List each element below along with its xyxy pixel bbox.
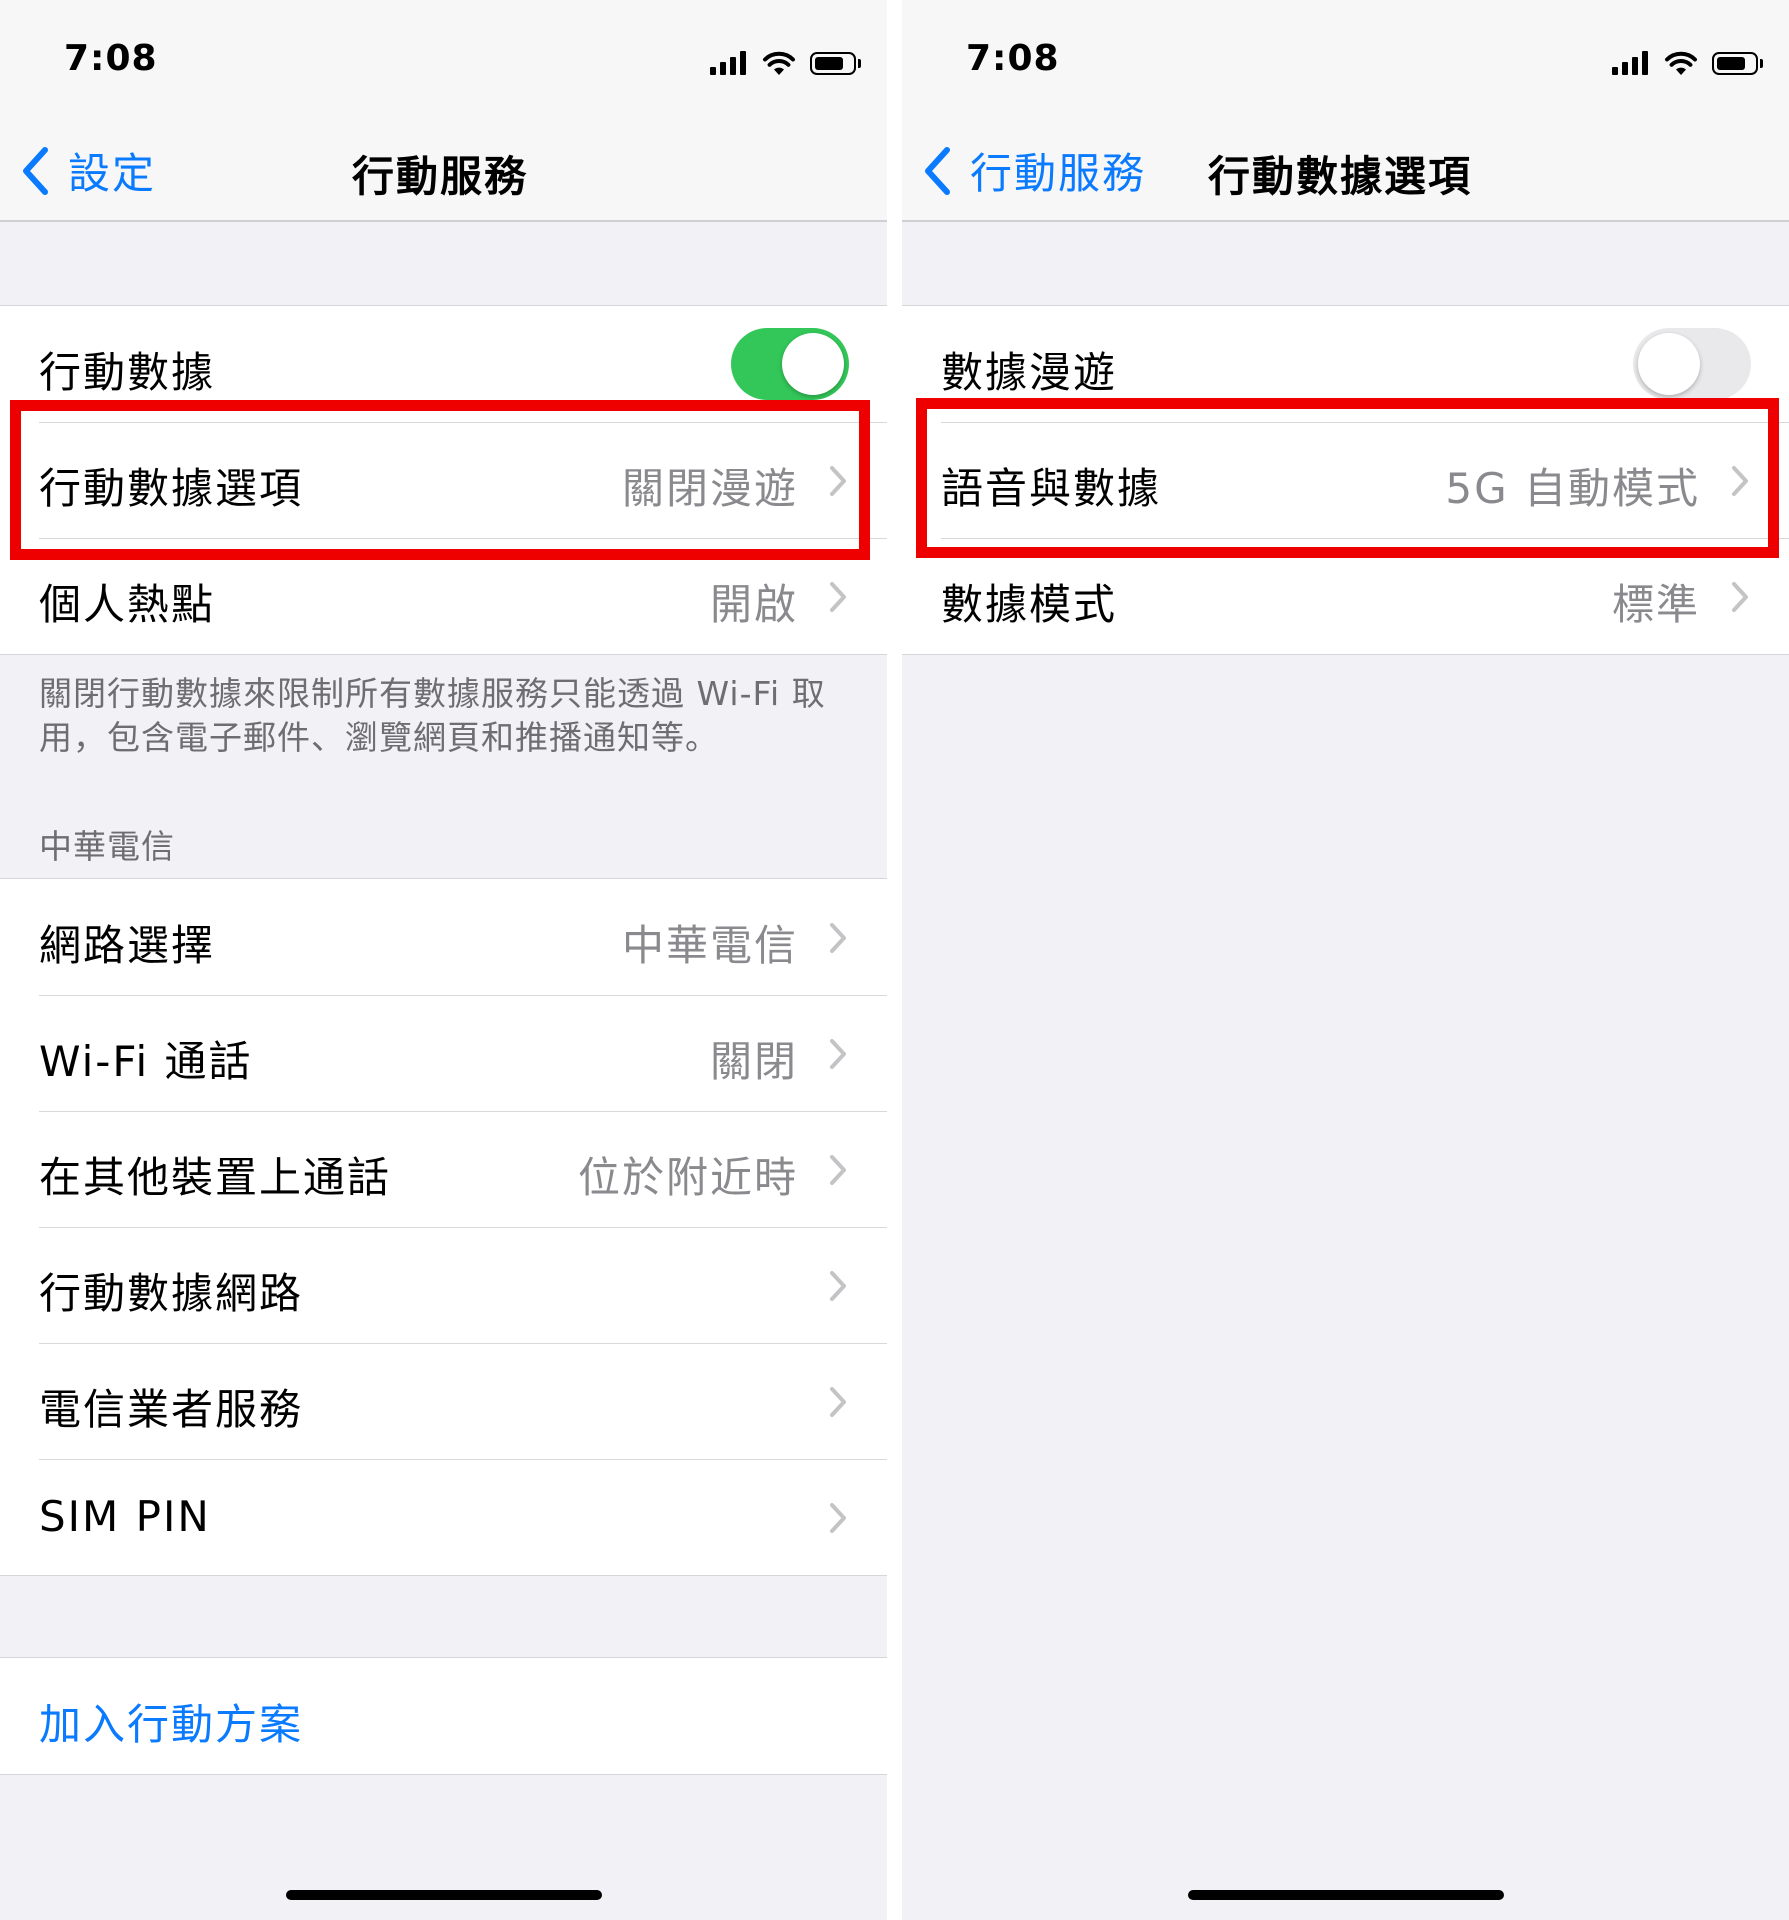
chevron-right-icon xyxy=(1732,466,1748,496)
battery-icon xyxy=(1712,51,1763,75)
cellular-data-toggle[interactable] xyxy=(731,328,849,400)
left-phone-screen: 7:08 設定 行動服務 行動數據 行動數據選項 關閉漫遊 個人熱點 開啟 關閉… xyxy=(0,0,887,1920)
chevron-right-icon xyxy=(830,1155,846,1185)
calls-on-other-devices-row[interactable]: 在其他裝置上通話 位於附近時 xyxy=(0,1111,887,1227)
cellular-data-footer-text: 關閉行動數據來限制所有數據服務只能透過 Wi-Fi 取用，包含電子郵件、瀏覽網頁… xyxy=(39,674,826,757)
data-mode-label: 數據模式 xyxy=(941,580,1118,629)
add-plan-group: 加入行動方案 xyxy=(0,1657,887,1775)
back-button-label: 行動服務 xyxy=(970,149,1147,198)
back-button-label: 設定 xyxy=(68,149,157,198)
back-button[interactable]: 設定 xyxy=(20,140,156,201)
back-button[interactable]: 行動服務 xyxy=(922,140,1146,201)
back-chevron-icon xyxy=(925,146,950,195)
right-phone-screen: 7:08 行動服務 行動數據選項 數據漫遊 語音與數據 5G 自動模式 數據模式… xyxy=(902,0,1789,1920)
cellular-signal-icon xyxy=(710,51,746,75)
add-cellular-plan-link[interactable]: 加入行動方案 xyxy=(39,1691,303,1752)
chevron-right-icon xyxy=(830,466,846,496)
status-icons xyxy=(710,48,861,78)
cellular-data-options-row[interactable]: 行動數據選項 關閉漫遊 xyxy=(0,422,887,538)
home-indicator[interactable] xyxy=(1188,1890,1504,1900)
wifi-calling-row[interactable]: Wi-Fi 通話 關閉 xyxy=(0,995,887,1111)
cellular-options-group: 數據漫遊 語音與數據 5G 自動模式 數據模式 標準 xyxy=(902,305,1789,655)
toggle-knob xyxy=(782,333,844,395)
carrier-services-row[interactable]: 電信業者服務 xyxy=(0,1343,887,1459)
wifi-icon xyxy=(763,51,795,75)
add-cellular-plan-row[interactable]: 加入行動方案 xyxy=(0,1658,887,1774)
page-title: 行動服務 xyxy=(352,152,529,201)
chevron-right-icon xyxy=(1732,582,1748,612)
cellular-data-options-value: 關閉漫遊 xyxy=(621,464,798,513)
battery-icon xyxy=(810,51,861,75)
personal-hotspot-row[interactable]: 個人熱點 開啟 xyxy=(0,538,887,654)
cellular-data-label: 行動數據 xyxy=(39,348,216,397)
carrier-services-label: 電信業者服務 xyxy=(39,1385,304,1434)
toggle-knob xyxy=(1638,333,1700,395)
network-selection-row[interactable]: 網路選擇 中華電信 xyxy=(0,879,887,995)
chevron-right-icon xyxy=(830,1387,846,1417)
status-bar: 7:08 xyxy=(902,0,1789,115)
chevron-right-icon xyxy=(830,1039,846,1069)
network-selection-value: 中華電信 xyxy=(621,921,798,970)
carrier-group: 網路選擇 中華電信 Wi-Fi 通話 關閉 在其他裝置上通話 位於附近時 行動數… xyxy=(0,878,887,1576)
chevron-right-icon xyxy=(830,1271,846,1301)
wifi-calling-label: Wi-Fi 通話 xyxy=(39,1037,253,1086)
sim-pin-label: SIM PIN xyxy=(39,1492,211,1541)
cellular-data-network-row[interactable]: 行動數據網路 xyxy=(0,1227,887,1343)
voice-and-data-row[interactable]: 語音與數據 5G 自動模式 xyxy=(902,422,1789,538)
personal-hotspot-label: 個人熱點 xyxy=(39,580,216,629)
data-roaming-toggle[interactable] xyxy=(1633,328,1751,400)
cellular-signal-icon xyxy=(1612,51,1648,75)
status-bar: 7:08 xyxy=(0,0,887,115)
cellular-data-network-label: 行動數據網路 xyxy=(39,1269,304,1318)
voice-and-data-value: 5G 自動模式 xyxy=(1445,464,1700,513)
data-roaming-label: 數據漫遊 xyxy=(941,348,1118,397)
data-mode-value: 標準 xyxy=(1611,580,1700,629)
cellular-data-options-label: 行動數據選項 xyxy=(39,464,304,513)
status-icons xyxy=(1612,48,1763,78)
sim-pin-row[interactable]: SIM PIN xyxy=(0,1459,887,1575)
calls-on-other-devices-label: 在其他裝置上通話 xyxy=(39,1153,392,1202)
carrier-section-header: 中華電信 xyxy=(39,827,175,866)
chevron-right-icon xyxy=(830,582,846,612)
calls-on-other-devices-value: 位於附近時 xyxy=(577,1153,798,1202)
cellular-data-row: 行動數據 xyxy=(0,306,887,422)
voice-and-data-label: 語音與數據 xyxy=(941,464,1162,513)
cellular-data-group: 行動數據 行動數據選項 關閉漫遊 個人熱點 開啟 xyxy=(0,305,887,655)
page-title: 行動數據選項 xyxy=(1208,152,1473,201)
wifi-icon xyxy=(1665,51,1697,75)
chevron-right-icon xyxy=(830,923,846,953)
navigation-bar: 行動服務 行動數據選項 xyxy=(902,115,1789,222)
home-indicator[interactable] xyxy=(286,1890,602,1900)
personal-hotspot-value: 開啟 xyxy=(709,580,798,629)
status-time: 7:08 xyxy=(966,38,1060,79)
status-time: 7:08 xyxy=(64,38,158,79)
back-chevron-icon xyxy=(23,146,48,195)
network-selection-label: 網路選擇 xyxy=(39,921,216,970)
navigation-bar: 設定 行動服務 xyxy=(0,115,887,222)
wifi-calling-value: 關閉 xyxy=(709,1037,798,1086)
data-mode-row[interactable]: 數據模式 標準 xyxy=(902,538,1789,654)
chevron-right-icon xyxy=(830,1503,846,1533)
data-roaming-row: 數據漫遊 xyxy=(902,306,1789,422)
